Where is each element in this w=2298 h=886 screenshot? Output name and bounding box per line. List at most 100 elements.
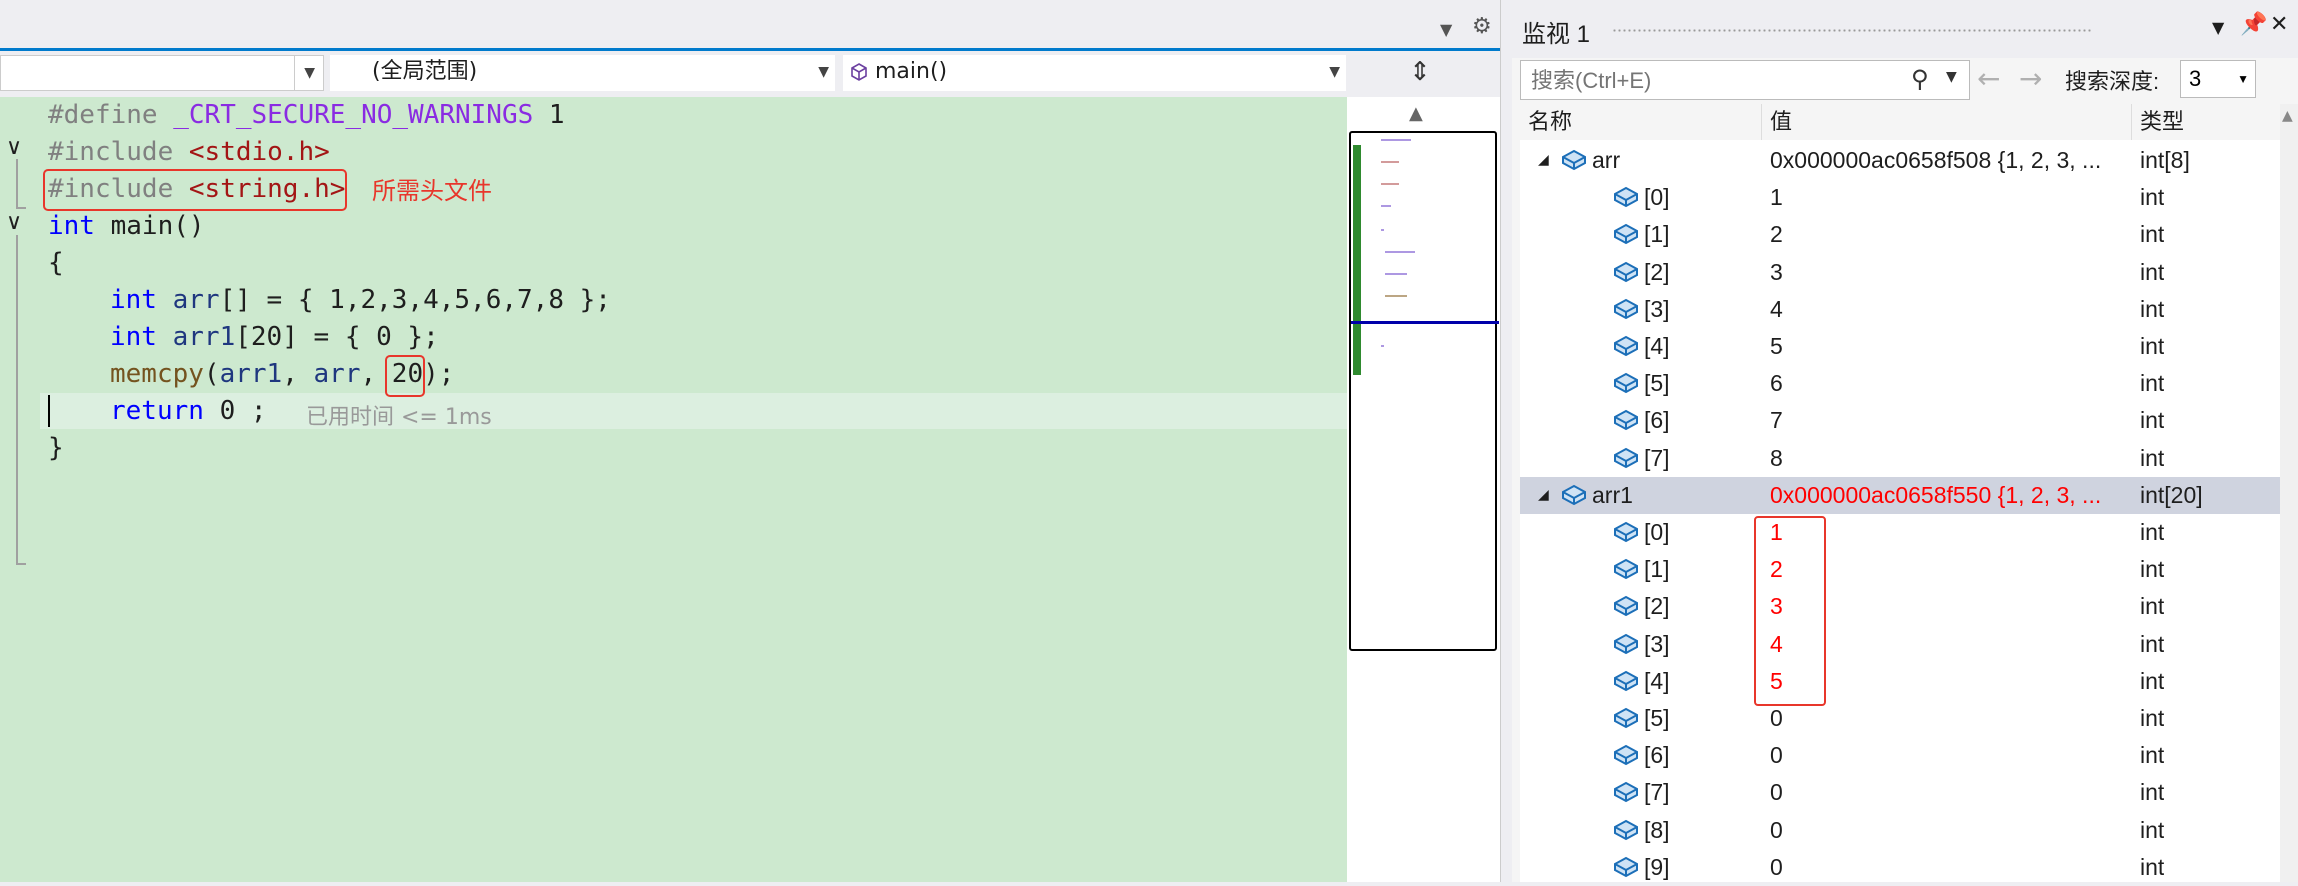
watch-value[interactable]: 5 xyxy=(1770,328,2125,365)
watch-value[interactable]: 0 xyxy=(1770,812,2125,849)
watch-row-element[interactable]: [5] 6 int xyxy=(1520,365,2280,402)
vertical-scrollbar[interactable] xyxy=(2280,104,2298,882)
watch-row-element[interactable]: [6] 0 int xyxy=(1520,737,2280,774)
code-text-area[interactable]: ∨ ∨ #define _CRT_SECURE_NO_WARNINGS 1 #i… xyxy=(0,97,1347,882)
watch-row-element[interactable]: [0] 1 int xyxy=(1520,514,2280,551)
search-depth-select[interactable]: 3 ▼ xyxy=(2180,60,2256,98)
watch-value[interactable]: 0x000000ac0658f550 {1, 2, 3, ... xyxy=(1770,477,2125,514)
variable-field-icon xyxy=(1614,633,1638,654)
watch-type: int[20] xyxy=(2140,481,2203,508)
minimap-viewport[interactable] xyxy=(1349,131,1499,651)
chevron-down-icon: ▼ xyxy=(2237,72,2249,86)
variable-field-icon xyxy=(1614,521,1638,543)
scroll-up-icon[interactable]: ▲ xyxy=(1409,103,1423,124)
watch-row-element[interactable]: [2] 3 int xyxy=(1520,254,2280,291)
watch-type: int xyxy=(2140,667,2165,694)
watch-row-element[interactable]: [5] 0 int xyxy=(1520,700,2280,737)
variable-field-icon xyxy=(1614,559,1638,580)
variable-field-icon xyxy=(1614,856,1638,877)
variable-field-icon xyxy=(1614,261,1638,282)
collapse-main-icon[interactable]: ∨ xyxy=(2,211,26,235)
variable-field-icon xyxy=(1614,596,1638,617)
code-line-9: return 0 ; xyxy=(110,396,267,426)
watch-type: int xyxy=(2140,184,2165,211)
watch-value[interactable]: 1 xyxy=(1770,179,2125,216)
watch-value[interactable]: 7 xyxy=(1770,402,2125,439)
watch-value[interactable]: 4 xyxy=(1770,291,2125,328)
scroll-up-icon[interactable]: ▲ xyxy=(2282,108,2293,124)
caret-position-marker xyxy=(1351,321,1499,324)
watch-row-element[interactable]: [6] 7 int xyxy=(1520,402,2280,439)
watch-value[interactable]: 2 xyxy=(1770,216,2125,253)
split-window-icon[interactable]: ⇕ xyxy=(1400,55,1440,91)
watch-row-element[interactable]: [9] 0 int xyxy=(1520,849,2280,886)
scope-combo[interactable]: (全局范围) ▼ xyxy=(330,55,835,91)
watch-row-element[interactable]: [3] 4 int xyxy=(1520,626,2280,663)
watch-name: [6] xyxy=(1644,742,1670,769)
watch-window: 监视 1 ▼ 📌 ✕ ⚲ ▼ ← → 搜索深度: 3 ▼ 名称 值 类型 ◢ ar… xyxy=(1512,0,2298,882)
search-options-dropdown-icon[interactable]: ▼ xyxy=(1946,69,1957,85)
variable-field-icon xyxy=(1614,745,1638,766)
grid-header: 名称 值 类型 xyxy=(1520,104,2280,140)
watch-row-element[interactable]: [3] 4 int xyxy=(1520,291,2280,328)
chevron-down-icon: ▼ xyxy=(818,64,829,80)
watch-value[interactable]: 0 xyxy=(1770,737,2125,774)
code-line-4: int main() xyxy=(48,211,205,241)
function-combo[interactable]: main() ▼ xyxy=(843,55,1346,91)
search-icon[interactable]: ⚲ xyxy=(1911,65,1929,93)
watch-row-element[interactable]: [1] 2 int xyxy=(1520,551,2280,588)
code-editor: ▼ ⚙ ▼ (全局范围) ▼ main() ▼ ⇕ ∨ ∨ #define _C… xyxy=(0,0,1500,882)
watch-row-element[interactable]: [0] 1 int xyxy=(1520,179,2280,216)
watch-row-element[interactable]: [8] 0 int xyxy=(1520,812,2280,849)
code-line-5: { xyxy=(48,248,64,278)
variable-field-icon xyxy=(1614,447,1638,468)
watch-type: int xyxy=(2140,853,2165,880)
watch-type: int xyxy=(2140,556,2165,583)
watch-value[interactable]: 3 xyxy=(1770,254,2125,291)
watch-row-element[interactable]: [2] 3 int xyxy=(1520,588,2280,625)
watch-row-element[interactable]: [7] 8 int xyxy=(1520,440,2280,477)
expand-toggle-icon[interactable]: ◢ xyxy=(1538,477,1549,514)
watch-row-variable[interactable]: ◢ arr1 0x000000ac0658f550 {1, 2, 3, ... int… xyxy=(1520,476,2280,514)
variable-field-icon xyxy=(1614,670,1638,691)
watch-name: [6] xyxy=(1644,407,1670,434)
search-previous-icon[interactable]: ← xyxy=(1977,62,2000,95)
drag-grip[interactable] xyxy=(1612,28,2092,34)
watch-row-element[interactable]: [1] 2 int xyxy=(1520,216,2280,253)
watch-row-element[interactable]: [4] 5 int xyxy=(1520,663,2280,700)
watch-value[interactable]: 0x000000ac0658f508 {1, 2, 3, ... xyxy=(1770,142,2125,179)
project-combo[interactable]: ▼ xyxy=(0,55,324,91)
watch-name: [1] xyxy=(1644,221,1670,248)
watch-value[interactable]: 6 xyxy=(1770,365,2125,402)
watch-name: [7] xyxy=(1644,444,1670,471)
watch-value[interactable]: 0 xyxy=(1770,774,2125,811)
watch-type: int xyxy=(2140,221,2165,248)
gear-icon[interactable]: ⚙ xyxy=(1472,14,1492,39)
watch-grid[interactable]: 名称 值 类型 ◢ arr 0x000000ac0658f508 {1, 2, 3,… xyxy=(1520,104,2280,882)
expand-toggle-icon[interactable]: ◢ xyxy=(1538,142,1549,179)
variable-field-icon xyxy=(1614,782,1638,803)
close-icon[interactable]: ✕ xyxy=(2270,12,2288,37)
column-header-name[interactable]: 名称 xyxy=(1520,104,1762,140)
watch-name: [9] xyxy=(1644,853,1670,880)
watch-type: int xyxy=(2140,333,2165,359)
chevron-down-icon: ▼ xyxy=(1329,64,1340,80)
column-header-value[interactable]: 值 xyxy=(1762,104,2132,140)
watch-row-element[interactable]: [7] 0 int xyxy=(1520,774,2280,811)
column-header-type[interactable]: 类型 xyxy=(2132,104,2280,140)
search-depth-value: 3 xyxy=(2189,66,2202,91)
watch-value[interactable]: 0 xyxy=(1770,849,2125,886)
dropdown-tabs-icon[interactable]: ▼ xyxy=(1440,20,1452,39)
watch-row-element[interactable]: [4] 5 int xyxy=(1520,328,2280,365)
search-next-icon[interactable]: → xyxy=(2019,62,2042,95)
window-menu-icon[interactable]: ▼ xyxy=(2212,18,2224,37)
collapse-include-icon[interactable]: ∨ xyxy=(2,136,26,160)
watch-row-variable[interactable]: ◢ arr 0x000000ac0658f508 {1, 2, 3, ... int[… xyxy=(1520,142,2280,179)
outline-guide xyxy=(16,207,26,209)
pin-icon[interactable]: 📌 xyxy=(2240,12,2267,37)
project-combo-button[interactable]: ▼ xyxy=(294,56,323,90)
search-input[interactable] xyxy=(1529,66,1913,96)
scrollbar-minimap[interactable]: ▲ xyxy=(1347,97,1500,882)
change-tracking-bar xyxy=(1353,145,1361,375)
watch-value[interactable]: 8 xyxy=(1770,440,2125,477)
